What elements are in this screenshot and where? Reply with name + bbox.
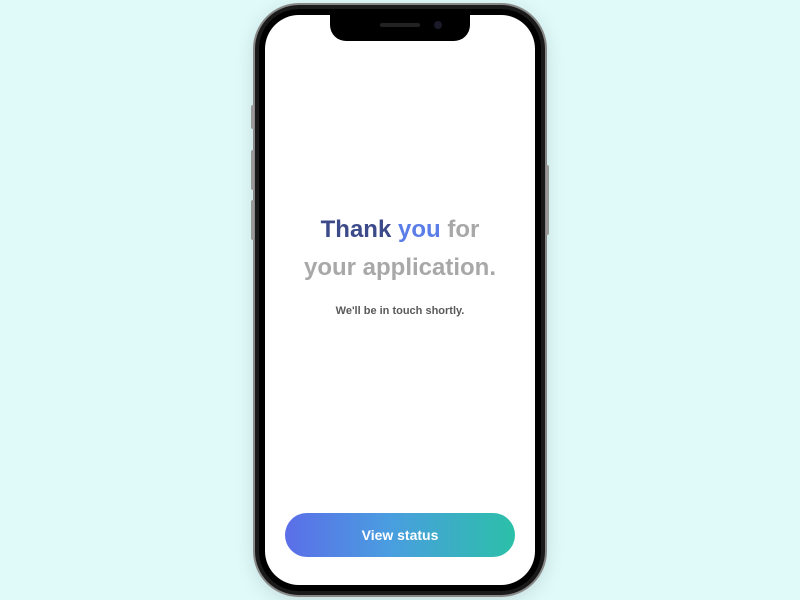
- thank-you-headline: Thank you for your application.: [304, 211, 496, 288]
- silence-switch: [251, 105, 254, 129]
- headline-rest-2: your application.: [304, 254, 496, 281]
- confirmation-content: Thank you for your application. We'll be…: [265, 15, 535, 513]
- cta-label: View status: [362, 527, 439, 543]
- headline-rest-1: for: [447, 216, 479, 243]
- view-status-button[interactable]: View status: [285, 513, 515, 557]
- phone-bezel: Thank you for your application. We'll be…: [259, 9, 541, 591]
- volume-down-button: [251, 200, 254, 240]
- phone-screen: Thank you for your application. We'll be…: [265, 15, 535, 585]
- phone-notch: [330, 15, 470, 41]
- headline-thank: Thank: [321, 216, 392, 243]
- volume-up-button: [251, 150, 254, 190]
- cta-area: View status: [265, 513, 535, 585]
- phone-device-frame: Thank you for your application. We'll be…: [255, 5, 545, 595]
- power-button: [546, 165, 549, 235]
- headline-you: you: [398, 216, 441, 243]
- subtext: We'll be in touch shortly.: [336, 305, 465, 317]
